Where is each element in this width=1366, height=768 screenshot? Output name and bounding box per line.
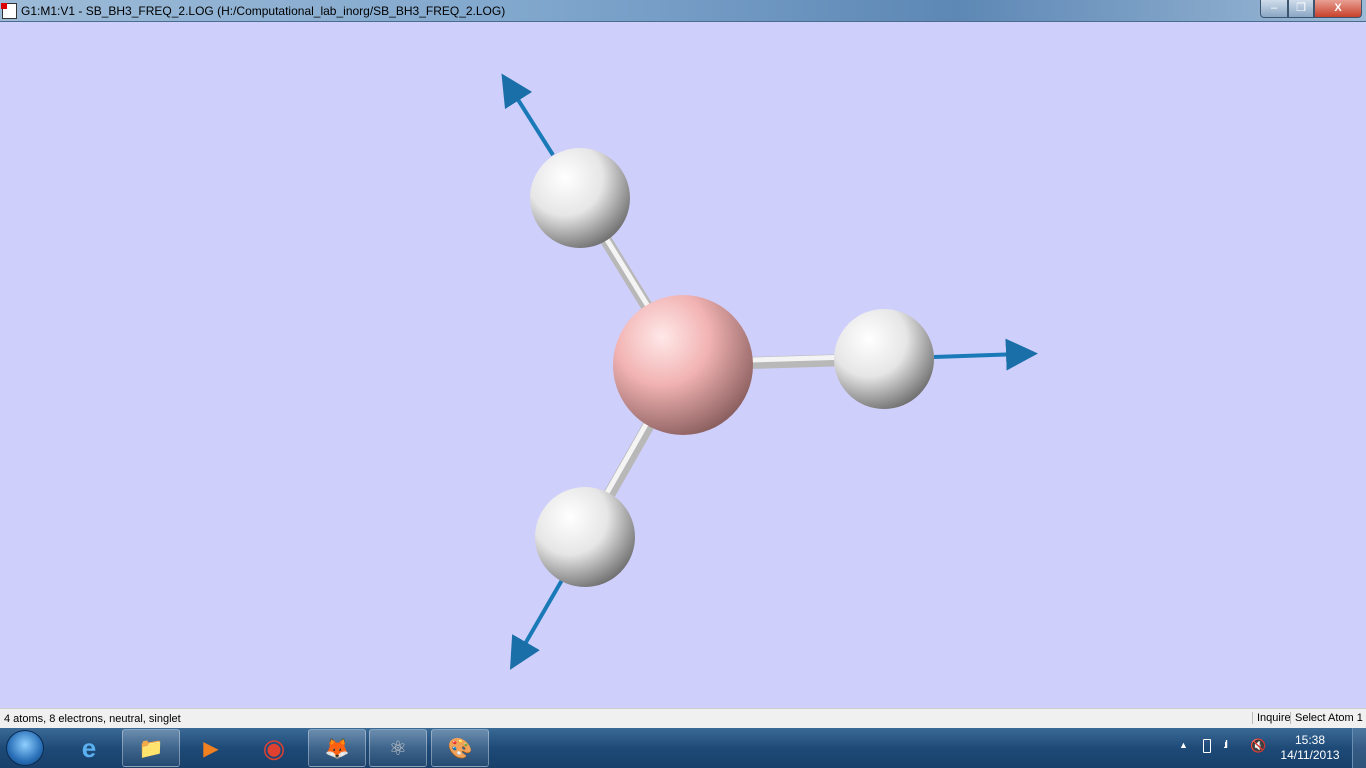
- title-bar: G1:M1:V1 - SB_BH3_FREQ_2.LOG (H:/Computa…: [0, 0, 1366, 22]
- vector-h3: [509, 578, 564, 670]
- file-explorer-icon[interactable]: 📁: [122, 729, 180, 767]
- show-desktop-button[interactable]: [1352, 728, 1366, 768]
- atom-b[interactable]: [613, 295, 753, 435]
- battery-icon[interactable]: [1203, 739, 1211, 753]
- mode-indicator: Inquire: [1252, 712, 1291, 724]
- close-button[interactable]: X: [1314, 0, 1362, 18]
- paint-icon[interactable]: 🎨: [431, 729, 489, 767]
- vector-h2: [933, 338, 1038, 371]
- volume-muted-icon[interactable]: 🔇: [1250, 738, 1266, 754]
- taskbar: e 📁 ▶ ◉ 🦊 ⚛ 🎨 ▲ .ıll 🔇 15:38 14/11/2013: [0, 728, 1366, 768]
- atom-h-3[interactable]: [535, 487, 635, 587]
- start-button[interactable]: [6, 730, 44, 766]
- network-icon[interactable]: .ıll: [1223, 739, 1228, 751]
- clock-date: 14/11/2013: [1280, 748, 1340, 762]
- molecule-viewer[interactable]: [0, 22, 1366, 708]
- media-player-icon[interactable]: ▶: [182, 729, 240, 767]
- status-bar: 4 atoms, 8 electrons, neutral, singlet I…: [0, 708, 1366, 728]
- window-title: G1:M1:V1 - SB_BH3_FREQ_2.LOG (H:/Computa…: [21, 4, 506, 18]
- molecule-svg: [501, 73, 1038, 670]
- maximize-button[interactable]: ❐: [1288, 0, 1314, 18]
- show-hidden-icons-icon[interactable]: ▲: [1179, 740, 1188, 750]
- vector-h1: [501, 73, 555, 157]
- internet-explorer-icon[interactable]: e: [60, 729, 118, 767]
- atom-h-1[interactable]: [530, 148, 630, 248]
- molecule-info: 4 atoms, 8 electrons, neutral, singlet: [4, 713, 181, 725]
- clock[interactable]: 15:38 14/11/2013: [1278, 733, 1342, 763]
- minimize-button[interactable]: –: [1260, 0, 1288, 18]
- atom-h-2[interactable]: [834, 309, 934, 409]
- gaussview-icon[interactable]: ⚛: [369, 729, 427, 767]
- action-indicator: Select Atom 1: [1290, 712, 1363, 724]
- app-icon[interactable]: [1, 3, 17, 19]
- firefox-icon[interactable]: 🦊: [308, 729, 366, 767]
- clock-time: 15:38: [1294, 733, 1326, 747]
- chrome-icon[interactable]: ◉: [245, 729, 303, 767]
